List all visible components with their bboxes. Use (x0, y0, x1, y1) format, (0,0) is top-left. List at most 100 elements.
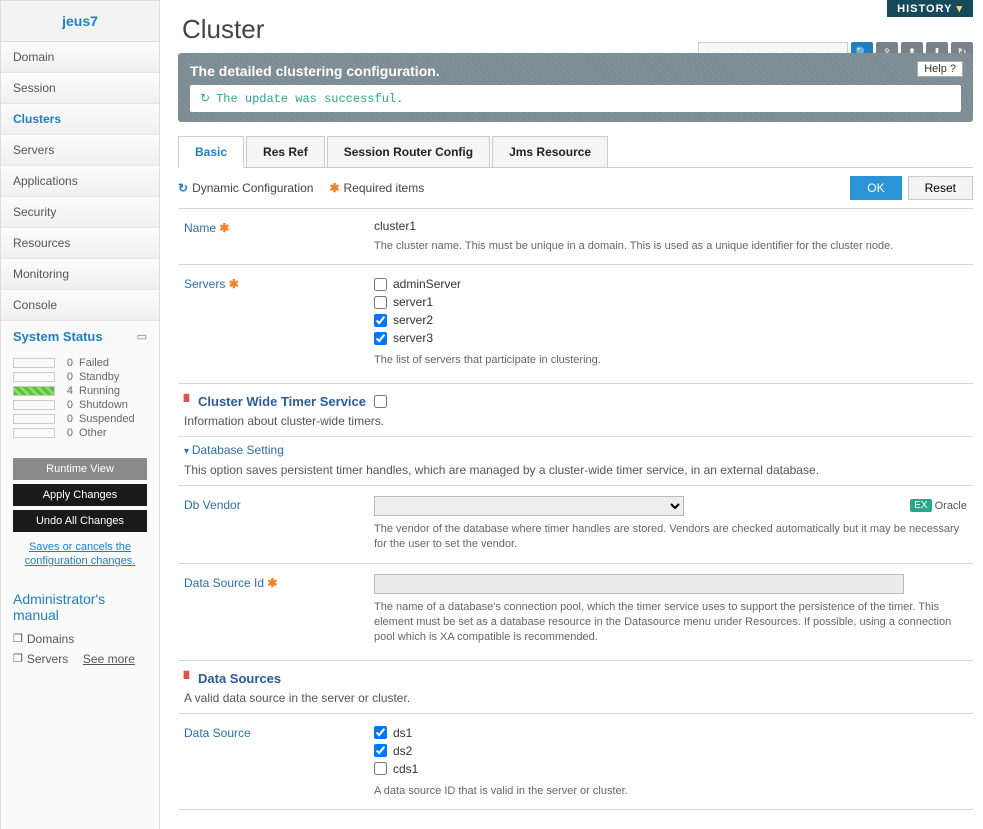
status-label: Running (79, 385, 120, 397)
sidebar-item-resources[interactable]: Resources (1, 228, 159, 259)
server-checkbox-server2[interactable] (374, 314, 387, 327)
required-legend: ✱Required items (329, 181, 424, 195)
banner-title: The detailed clustering configuration. (190, 63, 961, 79)
sidebar-item-monitoring[interactable]: Monitoring (1, 259, 159, 290)
apply-changes-button[interactable]: Apply Changes (13, 484, 147, 506)
status-count: 0 (61, 413, 73, 425)
success-icon: ↻ (200, 91, 210, 106)
status-row: 0Standby (13, 370, 147, 384)
doc-icon: ❐ (13, 632, 23, 645)
status-row: 0 Shutdown (13, 398, 147, 412)
status-count: 4 (61, 385, 73, 397)
sidebar-item-clusters[interactable]: Clusters (1, 104, 159, 135)
flag-icon: ▘ (184, 671, 194, 687)
server-checkbox-server1[interactable] (374, 296, 387, 309)
banner: Help ? The detailed clustering configura… (178, 53, 973, 122)
db-vendor-label: Db Vendor (184, 496, 374, 553)
ds-option: ds2 (374, 742, 967, 760)
see-more-link[interactable]: See more (83, 652, 135, 666)
ds-label: ds1 (393, 726, 412, 740)
manual-item-domains[interactable]: ❐Domains (13, 629, 147, 649)
help-icon: ? (950, 63, 956, 75)
server-option: adminServer (374, 275, 967, 293)
data-sources-heading: ▘ Data Sources (178, 660, 973, 691)
ds-option: ds1 (374, 724, 967, 742)
name-label: Name ✱ (184, 219, 374, 254)
ds-checkbox-cds1[interactable] (374, 762, 387, 775)
server-label: adminServer (393, 277, 461, 291)
status-bar (13, 414, 55, 424)
timer-service-heading: ▘ Cluster Wide Timer Service (178, 383, 973, 414)
server-option: server1 (374, 293, 967, 311)
db-desc: This option saves persistent timer handl… (178, 463, 973, 485)
refresh-icon: ↻ (178, 181, 188, 195)
reset-button[interactable]: Reset (908, 176, 973, 200)
sidebar-item-console[interactable]: Console (1, 290, 159, 321)
tab-res-ref[interactable]: Res Ref (246, 136, 325, 168)
status-bar (13, 358, 55, 368)
server-checkbox-adminServer[interactable] (374, 278, 387, 291)
status-bar (13, 428, 55, 438)
help-button[interactable]: Help ? (917, 61, 963, 77)
required-icon: ✱ (229, 277, 239, 291)
required-icon: ✱ (267, 576, 277, 590)
ds-option: cds1 (374, 760, 967, 778)
server-label: server2 (393, 313, 433, 327)
required-icon: ✱ (329, 181, 339, 195)
tab-session-router-config[interactable]: Session Router Config (327, 136, 490, 168)
sidebar-item-servers[interactable]: Servers (1, 135, 159, 166)
ds-id-label: Data Source Id ✱ (184, 574, 374, 646)
db-vendor-select[interactable] (374, 496, 684, 516)
status-count: 0 (61, 399, 73, 411)
ds-id-desc: The name of a database's connection pool… (374, 600, 967, 646)
tab-basic[interactable]: Basic (178, 136, 244, 168)
status-count: 0 (61, 371, 73, 383)
ds-checkbox-ds2[interactable] (374, 744, 387, 757)
status-label: Other (79, 427, 107, 439)
sidebar-item-applications[interactable]: Applications (1, 166, 159, 197)
ds-checkbox-ds1[interactable] (374, 726, 387, 739)
sidebar: jeus7 DomainSessionClustersServersApplic… (0, 0, 160, 829)
status-label: Failed (79, 357, 109, 369)
servers-label: Servers ✱ (184, 275, 374, 368)
ds-label: cds1 (393, 762, 418, 776)
config-note-link[interactable]: Saves or cancels the configuration chang… (13, 536, 147, 573)
db-vendor-desc: The vendor of the database where timer h… (374, 522, 967, 553)
sidebar-item-domain[interactable]: Domain (1, 42, 159, 73)
required-icon: ✱ (219, 221, 229, 235)
server-label: server3 (393, 331, 433, 345)
timer-desc: Information about cluster-wide timers. (178, 414, 973, 436)
status-row: 0 Failed (13, 356, 147, 370)
undo-changes-button[interactable]: Undo All Changes (13, 510, 147, 532)
sidebar-item-security[interactable]: Security (1, 197, 159, 228)
server-checkbox-server3[interactable] (374, 332, 387, 345)
doc-icon: ❐ (13, 652, 23, 665)
tab-jms-resource[interactable]: Jms Resource (492, 136, 608, 168)
ok-button[interactable]: OK (850, 176, 901, 200)
history-button[interactable]: HISTORY▾ (887, 0, 973, 17)
data-sources-desc: A valid data source in the server or clu… (178, 691, 973, 713)
timer-service-toggle[interactable] (374, 395, 387, 408)
runtime-view-button[interactable]: Runtime View (13, 458, 147, 480)
ds-label: ds2 (393, 744, 412, 758)
sidebar-item-session[interactable]: Session (1, 73, 159, 104)
banner-message: ↻ The update was successful. (190, 85, 961, 112)
ds-id-input[interactable] (374, 574, 904, 594)
monitor-icon: ▭ (137, 330, 147, 343)
system-status-heading: System Status ▭ (1, 321, 159, 352)
ds-item-desc: A data source ID that is valid in the se… (374, 784, 967, 799)
status-bar (13, 400, 55, 410)
manual-item-servers[interactable]: ❐Servers See more (13, 649, 147, 669)
dynamic-config-legend: ↻Dynamic Configuration (178, 181, 313, 195)
server-option: server3 (374, 329, 967, 347)
status-bar (13, 372, 55, 382)
manual-heading: Administrator's manual (13, 591, 147, 623)
name-desc: The cluster name. This must be unique in… (374, 239, 967, 254)
example-badge: EX (910, 499, 931, 512)
status-label: Shutdown (79, 399, 128, 411)
status-count: 0 (61, 357, 73, 369)
status-row: 4 Running (13, 384, 147, 398)
database-setting-toggle[interactable]: Database Setting (178, 436, 973, 463)
servers-desc: The list of servers that participate in … (374, 353, 967, 368)
status-bar (13, 386, 55, 396)
